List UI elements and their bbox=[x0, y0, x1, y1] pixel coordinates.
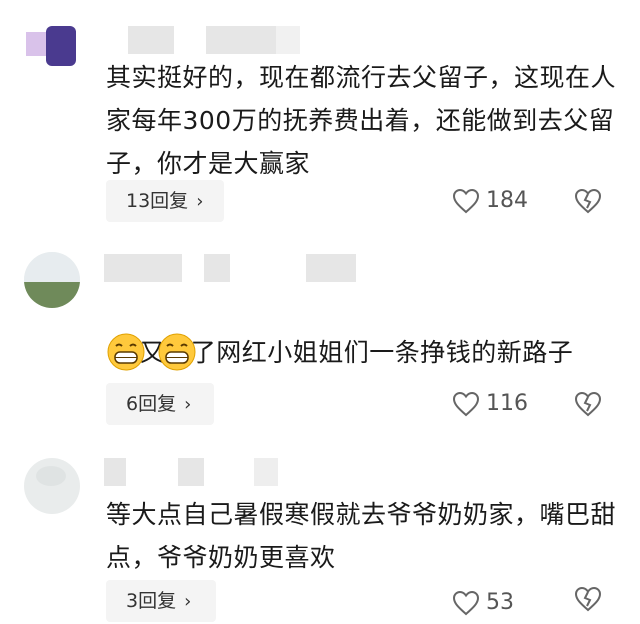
emoji-row bbox=[106, 332, 203, 372]
chevron-right-icon: › bbox=[184, 591, 192, 612]
like-count: 53 bbox=[486, 590, 514, 615]
grin-emoji bbox=[158, 333, 196, 371]
heart-outline-icon bbox=[452, 590, 480, 616]
like-button[interactable]: 116 bbox=[452, 383, 528, 425]
comment-text: 等大点自己暑假寒假就去爷爷奶奶家，嘴巴甜点，爷爷奶奶更喜欢 bbox=[106, 500, 617, 572]
comment-text: 其实挺好的，现在都流行去父留子，这现在人家每年300万的抚养费出着，还能做到去父… bbox=[106, 63, 617, 178]
dislike-button[interactable] bbox=[574, 391, 602, 421]
reply-count: 13回复 bbox=[126, 190, 189, 212]
avatar[interactable] bbox=[24, 252, 80, 308]
heart-outline-icon bbox=[452, 391, 480, 417]
comment-text-body: 又给了网红小姐姐们一条挣钱的新路子 bbox=[139, 338, 574, 367]
chevron-right-icon: › bbox=[196, 191, 204, 212]
broken-heart-icon bbox=[574, 586, 602, 612]
reply-count: 6回复 bbox=[126, 393, 177, 415]
avatar[interactable] bbox=[22, 16, 80, 70]
broken-heart-icon bbox=[574, 188, 602, 214]
reply-count: 3回复 bbox=[126, 590, 177, 612]
view-replies-button[interactable]: 6回复 › bbox=[106, 383, 214, 425]
view-replies-button[interactable]: 3回复 › bbox=[106, 580, 216, 622]
dislike-button[interactable] bbox=[574, 586, 602, 616]
like-count: 184 bbox=[486, 188, 528, 213]
like-button[interactable]: 53 bbox=[452, 582, 514, 624]
chevron-right-icon: › bbox=[184, 394, 192, 415]
like-button[interactable]: 184 bbox=[452, 180, 528, 222]
heart-outline-icon bbox=[452, 188, 480, 214]
broken-heart-icon bbox=[574, 391, 602, 417]
grin-emoji bbox=[107, 333, 145, 371]
view-replies-button[interactable]: 13回复 › bbox=[106, 180, 224, 222]
avatar[interactable] bbox=[24, 458, 80, 514]
dislike-button[interactable] bbox=[574, 188, 602, 218]
like-count: 116 bbox=[486, 391, 528, 416]
